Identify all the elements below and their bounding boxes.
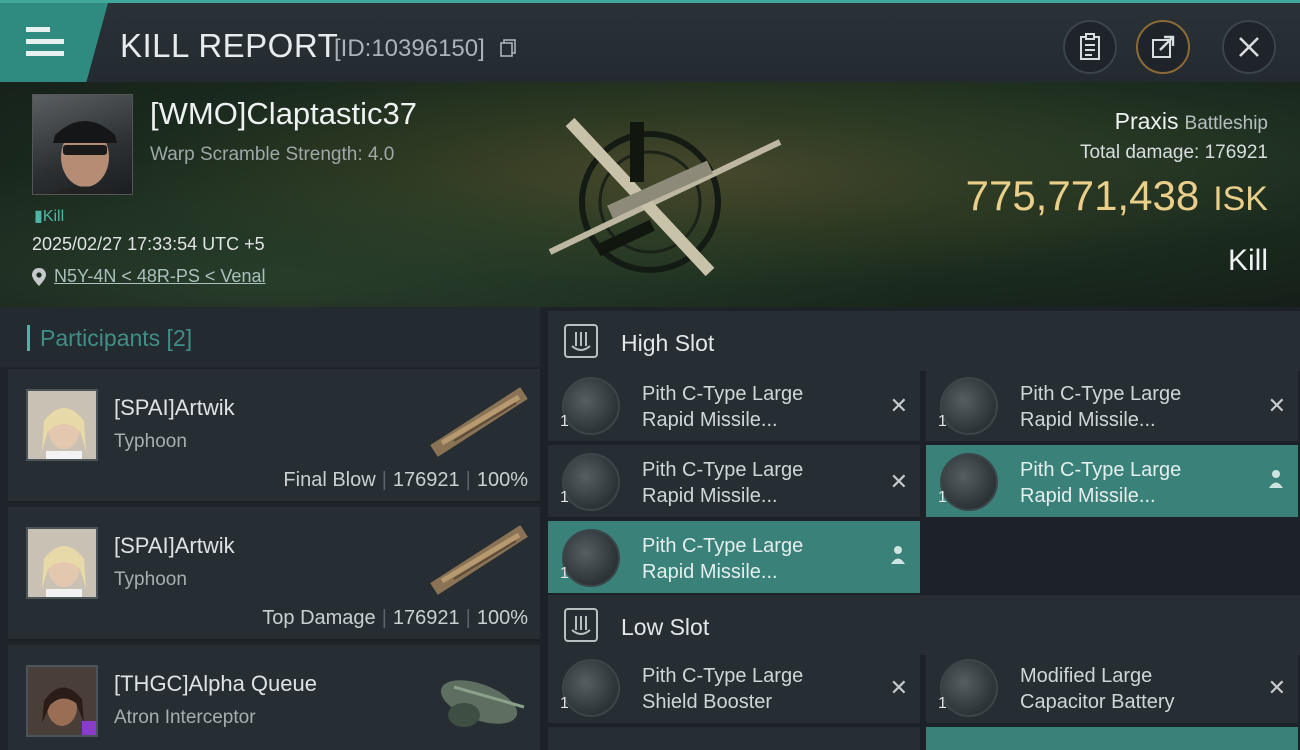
kill-datetime: 2025/02/27 17:33:54 UTC +5 — [32, 234, 265, 254]
module-item[interactable] — [926, 727, 1298, 750]
missile-launcher-icon — [562, 377, 620, 435]
participant-ship: Typhoon — [114, 569, 187, 590]
location-link[interactable]: N5Y-4N < 48R-PS < Venal — [54, 266, 265, 286]
module-item[interactable]: 1 Modified Large Capacitor Battery ✕ — [926, 651, 1298, 723]
low-slot-header: Low Slot — [548, 595, 1300, 655]
victim-ship-image — [548, 117, 782, 277]
module-name: Pith C-Type Large Rapid Missile... — [1020, 459, 1182, 507]
warp-scramble-strength: Warp Scramble Strength: 4.0 — [150, 144, 395, 165]
participant-avatar[interactable] — [26, 665, 98, 737]
kill-location[interactable]: N5Y-4N < 48R-PS < Venal — [32, 266, 265, 287]
share-icon — [1152, 35, 1175, 58]
participant-row[interactable]: [SPAI]Artwik Typhoon Final Blow | 176921 | 1… — [8, 369, 540, 503]
participant-name: [THGC]Alpha Queue — [114, 671, 317, 696]
module-name: Pith C-Type Large Rapid Missile... — [642, 535, 804, 583]
participant-ship: Typhoon — [114, 431, 187, 452]
participant-name: [SPAI]Artwik — [114, 533, 235, 558]
module-item[interactable] — [548, 727, 920, 750]
module-item[interactable]: 1 Pith C-Type Large Rapid Missile... ✕ — [926, 369, 1298, 441]
x-icon: ✕ — [889, 393, 908, 418]
participant-name: [SPAI]Artwik — [114, 395, 235, 420]
participant-avatar[interactable] — [26, 389, 98, 461]
report-id: [ID:10396150] — [334, 35, 485, 62]
clipboard-icon — [1080, 33, 1100, 60]
victim-ship[interactable]: Praxis Battleship — [1115, 108, 1268, 135]
participant-stats: Top Damage | 176921 | 100% — [262, 607, 528, 629]
kill-tag: ▮Kill — [34, 208, 65, 225]
close-icon — [1239, 37, 1259, 57]
victim-avatar[interactable] — [32, 94, 133, 195]
missile-launcher-icon — [562, 529, 620, 587]
module-item[interactable]: 1 Pith C-Type Large Rapid Missile... ✕ — [548, 369, 920, 441]
page-title: KILL REPORT — [120, 27, 339, 64]
x-icon: ✕ — [1267, 675, 1286, 700]
person-icon — [1269, 470, 1283, 488]
shield-booster-icon — [562, 659, 620, 717]
high-slot-icon — [564, 324, 598, 358]
person-icon — [891, 546, 905, 564]
participant-row[interactable]: [THGC]Alpha Queue Atron Interceptor — [8, 645, 540, 750]
copy-icon[interactable] — [500, 39, 516, 57]
module-name: Pith C-Type Large Rapid Missile... — [1020, 383, 1182, 431]
x-icon: ✕ — [889, 675, 908, 700]
fitting-panel: High Slot 1 Pith C-Type Large Rapid Missi… — [540, 307, 1300, 750]
missile-launcher-icon — [940, 377, 998, 435]
module-item[interactable]: 1 Pith C-Type Large Rapid Missile... — [926, 445, 1298, 517]
low-slot-icon — [564, 608, 598, 642]
header-bar: KILL REPORT [ID:10396150] — [0, 0, 1300, 82]
module-name: Pith C-Type Large Shield Booster — [642, 665, 804, 713]
location-pin-icon — [32, 268, 46, 286]
x-icon: ✕ — [889, 469, 908, 494]
isk-value: 775,771,438 ISK — [965, 172, 1268, 219]
victim-name[interactable]: [WMO]Claptastic37 — [150, 96, 417, 132]
participant-avatar[interactable] — [26, 527, 98, 599]
total-damage: Total damage: 176921 — [1079, 142, 1268, 163]
module-item[interactable]: 1 Pith C-Type Large Rapid Missile... ✕ — [548, 445, 920, 517]
victim-banner: [WMO]Claptastic37 Warp Scramble Strength… — [0, 82, 1300, 307]
typhoon-ship-icon — [430, 387, 528, 457]
menu-icon — [26, 27, 64, 63]
participants-panel: Participants [2] [SPAI]Artwik Typhoon Fi… — [0, 307, 540, 750]
participants-title: Participants [2] — [40, 325, 193, 351]
clipboard-button[interactable] — [1063, 20, 1117, 74]
module-item[interactable]: 1 Pith C-Type Large Rapid Missile... — [548, 521, 920, 593]
missile-launcher-icon — [940, 453, 998, 511]
participant-stats: Final Blow | 176921 | 100% — [283, 469, 528, 491]
high-slot-title: High Slot — [621, 330, 715, 356]
participant-row[interactable]: [SPAI]Artwik Typhoon Top Damage | 176921 | 1… — [8, 507, 540, 641]
x-icon: ✕ — [1267, 393, 1286, 418]
participants-header: Participants [2] — [0, 307, 540, 367]
high-slot-header: High Slot — [548, 311, 1300, 371]
atron-ship-icon — [440, 680, 525, 727]
share-button[interactable] — [1136, 20, 1190, 74]
module-name: Modified Large Capacitor Battery — [1020, 665, 1175, 713]
result-label: Kill — [1227, 244, 1268, 277]
capacitor-battery-icon — [940, 659, 998, 717]
missile-launcher-icon — [562, 453, 620, 511]
typhoon-ship-icon — [430, 525, 528, 595]
participant-ship: Atron Interceptor — [114, 707, 256, 728]
module-name: Pith C-Type Large Rapid Missile... — [642, 383, 804, 431]
module-item[interactable]: 1 Pith C-Type Large Shield Booster ✕ — [548, 651, 920, 723]
menu-button[interactable] — [0, 3, 108, 82]
close-button[interactable] — [1222, 20, 1276, 74]
low-slot-title: Low Slot — [621, 614, 710, 640]
module-name: Pith C-Type Large Rapid Missile... — [642, 459, 804, 507]
